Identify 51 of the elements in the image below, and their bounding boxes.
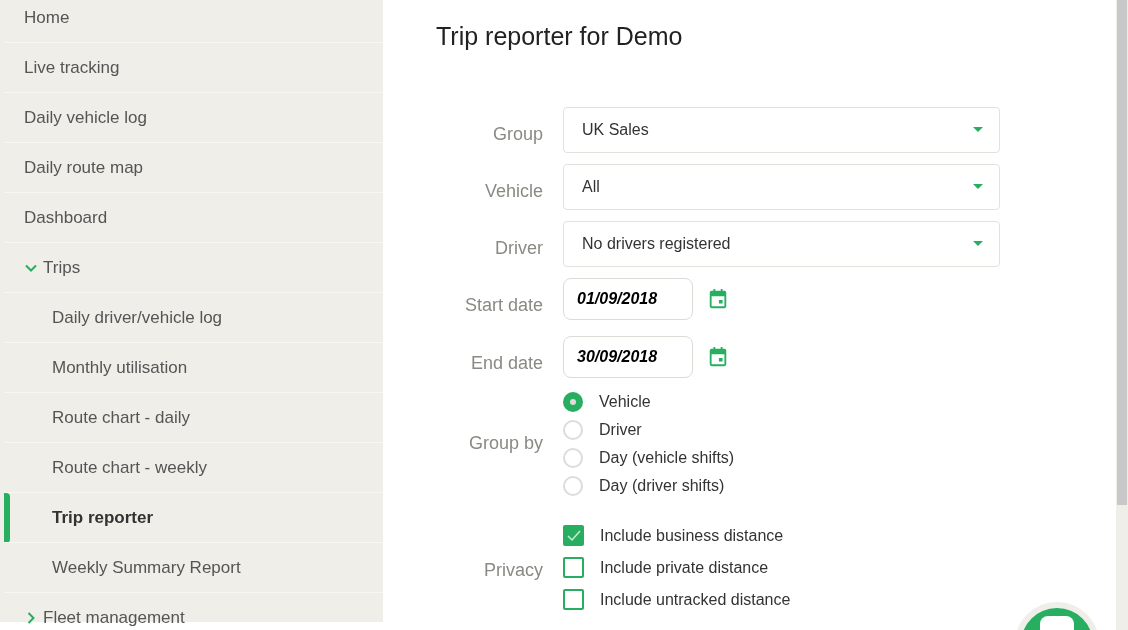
dropdown-value: UK Sales (582, 119, 649, 140)
field-label: Vehicle (483, 180, 543, 203)
page-title: Trip reporter for Demo (436, 21, 683, 52)
field-label: Group by (467, 432, 543, 455)
checkbox-option[interactable]: Include private distance (563, 551, 791, 584)
caret-icon (973, 240, 983, 247)
sidebar-item[interactable]: Home (24, 4, 70, 31)
sidebar-item[interactable]: Daily route map (24, 154, 144, 181)
field-label: Start date (463, 294, 543, 317)
sidebar-item[interactable]: Weekly Summary Report (52, 554, 241, 581)
checkmark-icon (566, 529, 581, 542)
sidebar-item[interactable]: Daily driver/vehicle log (52, 304, 223, 331)
sidebar-item[interactable]: Route chart - daily (52, 404, 190, 431)
dropdown[interactable]: All (563, 163, 1000, 210)
radio-option[interactable]: Vehicle (563, 387, 735, 416)
chat-bubble-icon (1040, 616, 1074, 630)
caret-icon (973, 183, 983, 190)
calendar-icon[interactable] (707, 287, 729, 310)
radio-option[interactable]: Driver (563, 415, 735, 444)
sidebar-item[interactable]: Trip reporter (52, 504, 154, 531)
date-field[interactable]: 30/09/2018 (563, 335, 693, 378)
sidebar-item[interactable]: Dashboard (24, 204, 108, 231)
radio-option[interactable]: Day (vehicle shifts) (563, 443, 735, 472)
scrollbar[interactable] (1116, 0, 1128, 630)
sidebar-item[interactable]: Monthly utilisation (52, 354, 188, 381)
field-label: Privacy (483, 559, 543, 582)
calendar-icon[interactable] (707, 345, 729, 368)
checkbox-option[interactable]: Include untracked distance (563, 583, 791, 616)
sidebar-item[interactable]: Live tracking (24, 54, 120, 81)
dropdown[interactable]: UK Sales (563, 106, 1000, 153)
checkbox[interactable] (563, 525, 584, 546)
radio-button[interactable] (563, 475, 583, 496)
field-label: Group (491, 123, 543, 146)
radio-option[interactable]: Day (driver shifts) (563, 471, 735, 500)
checkbox-option[interactable]: Include business distance (563, 519, 791, 552)
field-label: End date (469, 352, 543, 375)
dropdown-value: No drivers registered (582, 233, 731, 254)
date-field[interactable]: 01/09/2018 (563, 277, 693, 320)
sidebar-item[interactable]: Fleet management (43, 604, 185, 630)
field-label: Driver (494, 237, 543, 260)
radio-button[interactable] (563, 447, 583, 468)
checkbox[interactable] (563, 557, 584, 578)
dropdown[interactable]: No drivers registered (563, 220, 1000, 267)
caret-icon (973, 126, 983, 133)
sidebar-item[interactable]: Daily vehicle log (24, 104, 147, 131)
radio-button[interactable] (563, 391, 583, 412)
sidebar-item[interactable]: Trips (43, 254, 81, 281)
dropdown-value: All (582, 176, 600, 197)
radio-button[interactable] (563, 419, 583, 440)
checkbox[interactable] (563, 589, 584, 610)
sidebar-item[interactable]: Route chart - weekly (52, 454, 207, 481)
